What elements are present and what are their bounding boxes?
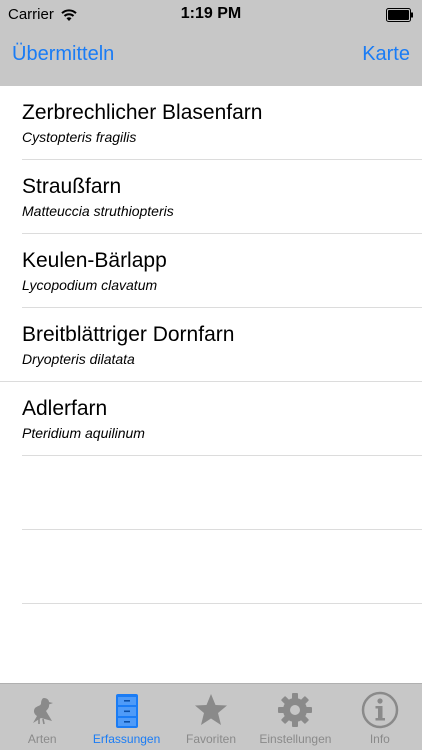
submit-button[interactable]: Übermitteln [12, 43, 114, 66]
tab-label: Favoriten [186, 732, 237, 746]
item-title: Breitblättriger Dornfarn [22, 323, 235, 346]
item-title: Keulen-Bärlapp [22, 249, 167, 272]
tab-settings[interactable]: Einstellungen [253, 684, 337, 750]
records-list: Zerbrechlicher Blasenfarn Cystopteris fr… [0, 86, 422, 604]
battery-icon [386, 8, 413, 22]
tab-label: Einstellungen [259, 732, 332, 746]
item-subtitle: Matteuccia struthiopteris [22, 203, 174, 219]
empty-row [22, 456, 422, 530]
star-icon [195, 694, 228, 725]
tab-info[interactable]: Info [338, 684, 422, 750]
tab-species[interactable]: Arten [0, 684, 84, 750]
gear-icon [278, 693, 313, 727]
item-title: Adlerfarn [22, 397, 108, 420]
info-icon [361, 691, 399, 729]
item-title: Zerbrechlicher Blasenfarn [22, 101, 263, 124]
drawer-cabinet-icon [115, 694, 138, 728]
bird-icon [33, 698, 54, 725]
item-subtitle: Pteridium aquilinum [22, 425, 145, 441]
map-button[interactable]: Karte [362, 43, 410, 66]
empty-row [22, 530, 422, 604]
list-item[interactable]: Zerbrechlicher Blasenfarn Cystopteris fr… [22, 86, 422, 160]
item-subtitle: Cystopteris fragilis [22, 129, 137, 145]
list-item[interactable]: Straußfarn Matteuccia struthiopteris [22, 160, 422, 234]
item-title: Straußfarn [22, 175, 122, 198]
status-time: 1:19 PM [180, 5, 242, 22]
status-bar: Carrier 1:19 PM [0, 0, 422, 30]
navigation-bar: Übermitteln Karte [0, 30, 422, 86]
tab-label: Arten [27, 732, 57, 746]
tab-favorites[interactable]: Favoriten [169, 684, 253, 750]
item-subtitle: Lycopodium clavatum [22, 277, 158, 293]
tab-records[interactable]: Erfassungen [84, 684, 168, 750]
item-subtitle: Dryopteris dilatata [22, 351, 135, 367]
list-item[interactable]: Breitblättriger Dornfarn Dryopteris dila… [0, 308, 422, 382]
tab-label: Erfassungen [92, 732, 161, 746]
tab-label: Info [369, 732, 390, 746]
list-item[interactable]: Keulen-Bärlapp Lycopodium clavatum [22, 234, 422, 308]
tab-bar: Arten Erfassungen Favoriten Einstellunge… [0, 683, 422, 750]
list-item[interactable]: Adlerfarn Pteridium aquilinum [22, 382, 422, 456]
